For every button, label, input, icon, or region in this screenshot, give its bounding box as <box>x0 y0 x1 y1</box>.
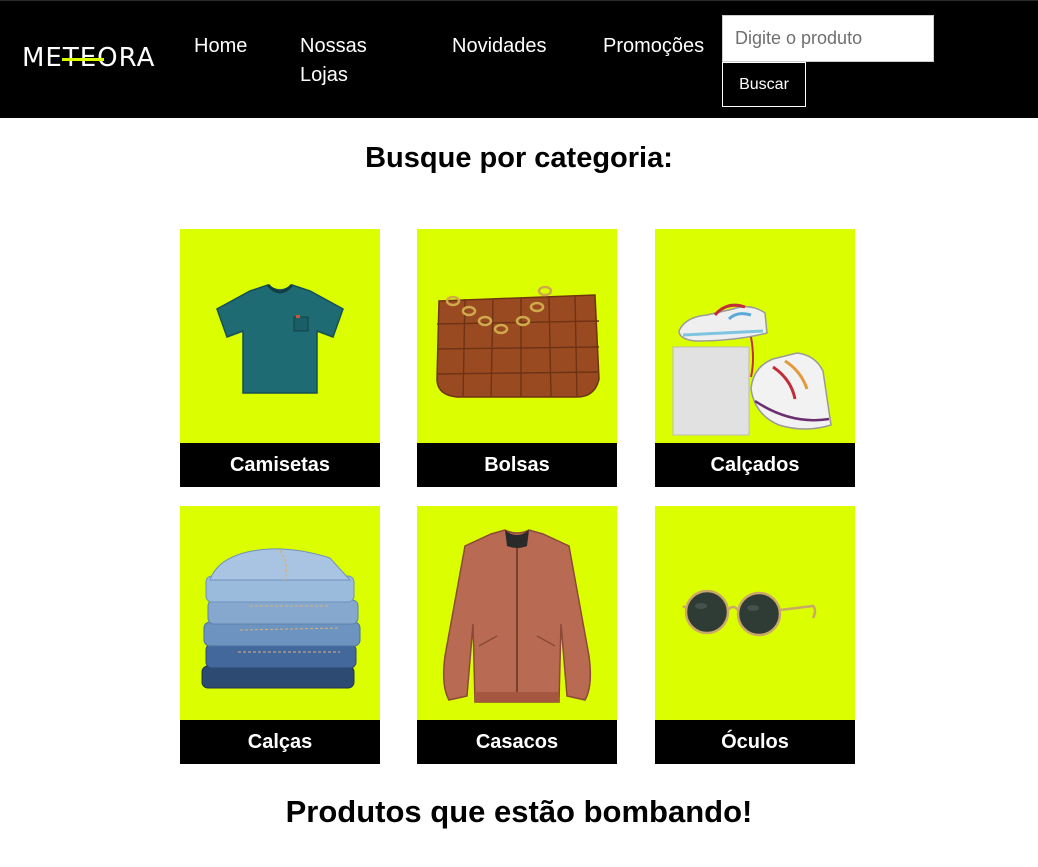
categories-title: Busque por categoria: <box>365 142 673 174</box>
sneakers-image <box>672 303 832 436</box>
search-input[interactable] <box>722 15 934 62</box>
category-label: Camisetas <box>180 443 380 487</box>
category-label: Calçados <box>655 443 855 487</box>
sunglasses-image <box>682 589 817 637</box>
nav-link-promocoes[interactable]: Promoções <box>603 32 704 61</box>
category-label: Bolsas <box>417 443 617 487</box>
category-card-oculos[interactable]: Óculos <box>655 506 855 764</box>
handbag-image <box>436 285 600 398</box>
tshirt-image <box>216 283 344 394</box>
category-label: Óculos <box>655 720 855 764</box>
nav-link-nossas-lojas[interactable]: Nossas Lojas <box>300 32 390 90</box>
top-navbar: METEORA Home Nossas Lojas Novidades Prom… <box>0 0 1038 118</box>
trending-title: Produtos que estão bombando! <box>285 794 753 829</box>
category-card-calcas[interactable]: Calças <box>180 506 380 764</box>
meteora-logo[interactable]: METEORA <box>22 41 154 75</box>
category-card-casacos[interactable]: Casacos <box>417 506 617 764</box>
bomber-jacket-image <box>442 529 592 703</box>
logo-accent-stroke <box>62 58 104 61</box>
jeans-stack-image <box>201 548 361 689</box>
nav-link-novidades[interactable]: Novidades <box>452 32 547 61</box>
nav-link-home[interactable]: Home <box>194 32 247 61</box>
category-card-bolsas[interactable]: Bolsas <box>417 229 617 487</box>
category-card-camisetas[interactable]: Camisetas <box>180 229 380 487</box>
search-button[interactable]: Buscar <box>722 62 806 107</box>
category-label: Calças <box>180 720 380 764</box>
category-label: Casacos <box>417 720 617 764</box>
category-card-calcados[interactable]: Calçados <box>655 229 855 487</box>
